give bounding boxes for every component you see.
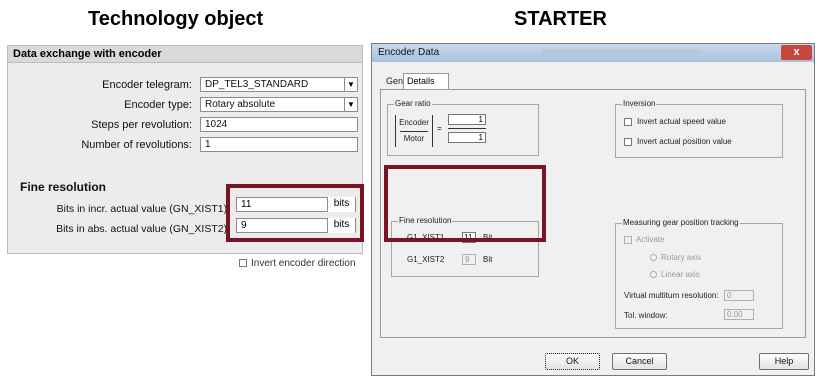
technology-object-heading: Technology object <box>88 8 264 30</box>
close-icon[interactable]: x <box>781 45 812 60</box>
invert-encoder-checkbox[interactable] <box>239 259 247 267</box>
steps-per-revolution-input[interactable]: 1024 <box>200 117 358 132</box>
encoder-telegram-label: Encoder telegram: <box>102 79 192 91</box>
encoder-type-label: Encoder type: <box>124 99 192 111</box>
gear-ratio-numerator-input[interactable]: 1 <box>448 114 486 125</box>
linear-axis-label: Linear axis <box>661 270 700 279</box>
chevron-down-icon[interactable]: ▼ <box>344 98 357 111</box>
starter-heading: STARTER <box>514 8 607 30</box>
encoder-telegram-value: DP_TEL3_STANDARD <box>205 79 309 90</box>
linear-axis-radio[interactable] <box>650 271 657 278</box>
panel-title: Data exchange with encoder <box>8 46 362 63</box>
dialog-title: Encoder Data <box>378 47 440 58</box>
fraction-line <box>400 131 428 132</box>
gear-ratio-title: Gear ratio <box>394 99 432 108</box>
encoder-type-select[interactable]: Rotary absolute ▼ <box>200 97 358 112</box>
steps-per-revolution-label: Steps per revolution: <box>91 119 192 131</box>
invert-encoder-label: Invert encoder direction <box>251 258 356 269</box>
invert-speed-label: Invert actual speed value <box>637 117 726 126</box>
g1-xist2-input[interactable]: 9 <box>462 254 476 265</box>
chevron-down-icon[interactable]: ▼ <box>344 78 357 91</box>
rotary-axis-radio[interactable] <box>650 254 657 261</box>
gear-tracking-group: Measuring gear position tracking Activat… <box>615 218 783 329</box>
gn-xist2-value: 9 <box>241 220 247 231</box>
tab-details[interactable]: Details <box>403 73 449 89</box>
invert-position-checkbox[interactable] <box>624 138 632 146</box>
multiturn-label: Virtual multiturn resolution: <box>624 291 719 300</box>
g1-xist2-unit: Bit <box>483 255 493 264</box>
gear-ratio-denominator-input[interactable]: 1 <box>448 132 486 143</box>
fine-resolution-highlight <box>226 184 364 242</box>
motor-label: Motor <box>403 134 425 143</box>
gear-tracking-title: Measuring gear position tracking <box>622 218 740 227</box>
gn-xist1-input[interactable]: 11 bits <box>236 197 356 212</box>
invert-speed-checkbox[interactable] <box>624 118 632 126</box>
activate-checkbox[interactable] <box>624 236 632 244</box>
number-of-revolutions-input[interactable]: 1 <box>200 137 358 152</box>
cancel-button[interactable]: Cancel <box>612 353 667 370</box>
rotary-axis-label: Rotary axis <box>661 253 702 262</box>
gear-ratio-bracket: Encoder Motor <box>395 115 433 147</box>
activate-label: Activate <box>636 235 665 244</box>
gn-xist2-unit: bits <box>327 218 355 233</box>
inversion-group: Inversion Invert actual speed value Inve… <box>615 99 783 158</box>
g1-xist2-label: G1_XIST2 <box>407 255 445 264</box>
tol-window-input[interactable]: 0.00 <box>724 309 754 320</box>
inversion-title: Inversion <box>622 99 657 108</box>
fraction-line <box>448 128 486 129</box>
gear-ratio-group: Gear ratio Encoder Motor = 1 1 <box>387 99 539 156</box>
fine-resolution-heading: Fine resolution <box>20 180 107 194</box>
gn-xist1-value: 11 <box>241 199 252 210</box>
gn-xist1-label: Bits in incr. actual value (GN_XIST1): <box>56 203 230 215</box>
invert-position-label: Invert actual position value <box>637 137 732 146</box>
encoder-label: Encoder <box>399 118 429 127</box>
blurred-title-area <box>542 49 702 57</box>
tol-window-label: Tol. window: <box>624 311 668 320</box>
number-of-revolutions-label: Number of revolutions: <box>81 139 192 151</box>
gn-xist2-label: Bits in abs. actual value (GN_XIST2): <box>56 223 230 235</box>
ok-button[interactable]: OK <box>545 353 600 370</box>
gn-xist2-input[interactable]: 9 bits <box>236 218 356 233</box>
multiturn-input[interactable]: 0 <box>724 290 754 301</box>
encoder-telegram-select[interactable]: DP_TEL3_STANDARD ▼ <box>200 77 358 92</box>
equals-sign: = <box>437 124 442 133</box>
gn-xist1-unit: bits <box>327 197 355 212</box>
dialog-fine-resolution-highlight <box>384 165 546 242</box>
encoder-type-value: Rotary absolute <box>205 99 276 110</box>
invert-encoder-direction-row[interactable]: Invert encoder direction <box>238 258 364 270</box>
help-button[interactable]: Help <box>759 353 809 370</box>
